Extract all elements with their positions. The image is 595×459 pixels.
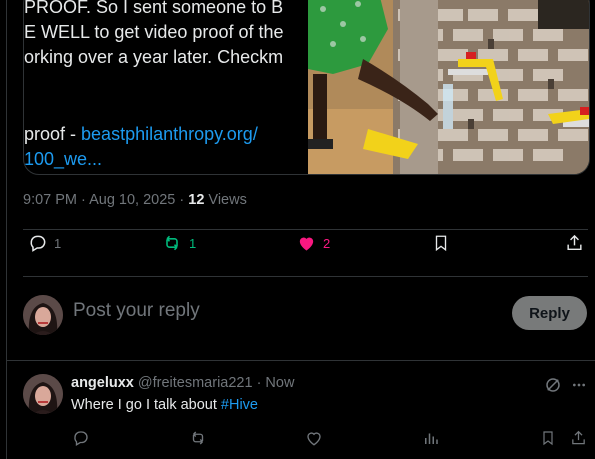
repost-action[interactable]: 1 xyxy=(161,233,196,253)
share-icon[interactable] xyxy=(570,429,587,447)
divider-top xyxy=(23,229,588,230)
card-proof-line: proof - beastphilanthropy.org/ xyxy=(24,124,258,145)
reply-icon[interactable] xyxy=(72,429,90,447)
views-icon[interactable] xyxy=(422,429,440,447)
like-icon[interactable] xyxy=(305,429,323,447)
share-action[interactable] xyxy=(565,233,584,253)
reply-action[interactable]: 1 xyxy=(28,233,61,253)
left-rail-border xyxy=(6,0,7,459)
repost-icon xyxy=(166,235,178,251)
card-link-continued[interactable]: 100_we... xyxy=(24,149,102,170)
reply-header: angeluxx @freitesmaria221 · Now xyxy=(71,375,294,391)
post-timestamp-views: 9:07 PM · Aug 10, 2025 · 12 Views xyxy=(23,192,247,208)
card-text-line-3: orking over a year later. Checkm xyxy=(24,47,284,67)
bookmark-icon xyxy=(435,235,447,252)
avatar-photo xyxy=(23,295,63,335)
share-icon xyxy=(567,234,582,251)
card-proof-prefix: proof - xyxy=(24,124,82,144)
repost-icon[interactable] xyxy=(188,429,208,447)
reply-separator xyxy=(6,360,595,361)
reply-author-handle[interactable]: @freitesmaria221 · Now xyxy=(138,375,295,391)
link-card-text: PROOF. So I sent someone to B E WELL to … xyxy=(24,0,308,174)
user-avatar[interactable] xyxy=(23,295,63,335)
views-label: Views xyxy=(204,192,247,208)
reply-count: 1 xyxy=(54,235,62,251)
reply-text-body: Where I go I talk about xyxy=(71,397,221,413)
heart-icon xyxy=(299,237,314,251)
like-count: 2 xyxy=(323,235,331,251)
more-options-icon[interactable] xyxy=(570,377,588,393)
like-action[interactable]: 2 xyxy=(296,233,330,253)
link-card[interactable]: PROOF. So I sent someone to B E WELL to … xyxy=(23,0,590,175)
bookmark-icon[interactable] xyxy=(540,429,556,447)
hashtag-link[interactable]: #Hive xyxy=(221,397,258,413)
reply-icon xyxy=(30,235,46,252)
reply-author-avatar[interactable] xyxy=(23,374,63,414)
views-count: 12 xyxy=(188,192,205,208)
bookmark-action[interactable] xyxy=(432,233,450,253)
water-tap-photo xyxy=(308,0,589,174)
reply-button[interactable]: Reply xyxy=(512,296,587,330)
divider-bottom xyxy=(23,276,588,277)
reply-text: Where I go I talk about #Hive xyxy=(71,397,258,413)
card-link[interactable]: beastphilanthropy.org/ xyxy=(81,124,258,144)
reply-input[interactable]: Post your reply xyxy=(73,300,200,322)
card-image[interactable] xyxy=(308,0,589,174)
reply-author-name[interactable]: angeluxx xyxy=(71,375,134,391)
card-text-line-1: PROOF. So I sent someone to B xyxy=(24,0,284,17)
card-text-line-2: E WELL to get video proof of the xyxy=(24,22,284,42)
grok-icon[interactable] xyxy=(544,376,562,394)
repost-count: 1 xyxy=(189,235,197,251)
post-timestamp[interactable]: 9:07 PM · Aug 10, 2025 · xyxy=(23,192,188,208)
avatar-photo xyxy=(23,374,63,414)
